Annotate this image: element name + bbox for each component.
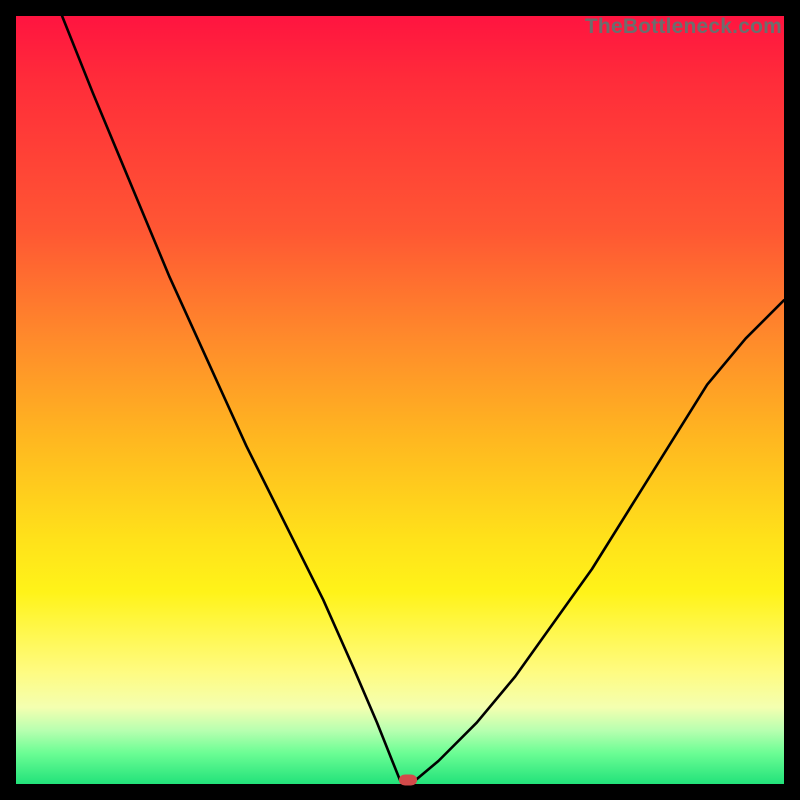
minimum-marker	[399, 775, 417, 786]
plot-area: TheBottleneck.com	[16, 16, 784, 784]
chart-frame: TheBottleneck.com	[0, 0, 800, 800]
bottleneck-curve	[16, 16, 784, 784]
curve-path	[62, 16, 784, 780]
